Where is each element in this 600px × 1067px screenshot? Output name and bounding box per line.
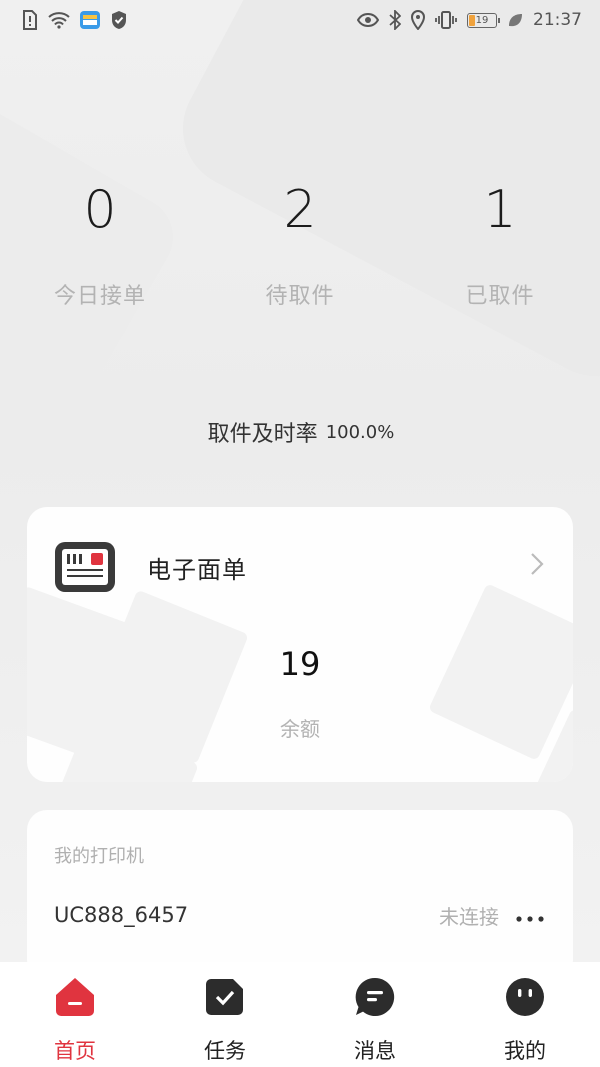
shield-icon (110, 10, 128, 30)
tab-tasks[interactable]: 任务 (150, 962, 300, 1067)
stat-label: 待取件 (265, 284, 335, 309)
bottom-tab-bar: 首页 任务 消息 我的 (0, 962, 600, 1067)
tab-messages[interactable]: 消息 (300, 962, 450, 1067)
waybill-balance-value: 19 (279, 645, 321, 683)
vibrate-icon (435, 11, 457, 29)
location-icon (411, 10, 425, 30)
e-waybill-header[interactable]: 电子面单 (55, 539, 545, 595)
tab-profile[interactable]: 我的 (450, 962, 600, 1067)
waybill-balance-label: 余额 (280, 717, 320, 741)
sim-alert-icon (22, 10, 38, 30)
tab-label: 消息 (354, 1039, 396, 1063)
chevron-right-icon[interactable] (529, 551, 545, 584)
stat-today-orders[interactable]: 0 今日接单 (0, 170, 200, 320)
printer-status: 未连接 (439, 904, 499, 929)
stat-picked-up[interactable]: 1 已取件 (400, 170, 600, 320)
stat-pending-pickup[interactable]: 2 待取件 (200, 170, 400, 320)
status-bar: 19 21:37 (0, 0, 600, 40)
wallet-app-icon (80, 11, 100, 29)
eye-icon (357, 13, 379, 27)
wifi-icon (48, 11, 70, 29)
home-icon (55, 977, 95, 1017)
e-waybill-title: 电子面单 (147, 555, 247, 584)
pickup-rate-badge: 取件及时率 100.0% (143, 394, 459, 470)
pickup-rate-value: 100.0% (325, 421, 395, 443)
printer-row[interactable]: UC888_6457 未连接 (54, 898, 545, 932)
stat-label: 已取件 (465, 284, 535, 309)
task-check-icon (205, 977, 245, 1017)
more-options-icon[interactable] (515, 902, 545, 928)
leaf-icon (507, 12, 523, 28)
stat-label: 今日接单 (53, 284, 146, 309)
waybill-printer-icon (55, 542, 115, 592)
clock: 21:37 (533, 10, 582, 30)
stat-value: 2 (283, 180, 317, 240)
tab-home[interactable]: 首页 (0, 962, 150, 1067)
printer-section-title: 我的打印机 (54, 846, 144, 867)
profile-icon (505, 977, 545, 1017)
printer-name: UC888_6457 (54, 903, 189, 927)
bluetooth-icon (389, 10, 401, 30)
tab-label: 首页 (54, 1039, 96, 1063)
battery-level: 19 (475, 14, 489, 26)
my-printer-card: 我的打印机 UC888_6457 未连接 (27, 810, 573, 980)
order-stats: 0 今日接单 2 待取件 1 已取件 (0, 170, 600, 320)
message-icon (355, 977, 395, 1017)
pickup-rate-label: 取件及时率 (207, 422, 318, 447)
tab-label: 任务 (204, 1039, 246, 1063)
stat-value: 0 (83, 180, 117, 240)
tab-label: 我的 (504, 1039, 546, 1063)
stat-value: 1 (483, 180, 517, 240)
e-waybill-card[interactable]: 电子面单 19 余额 (27, 507, 573, 782)
battery-icon: 19 (467, 12, 500, 28)
